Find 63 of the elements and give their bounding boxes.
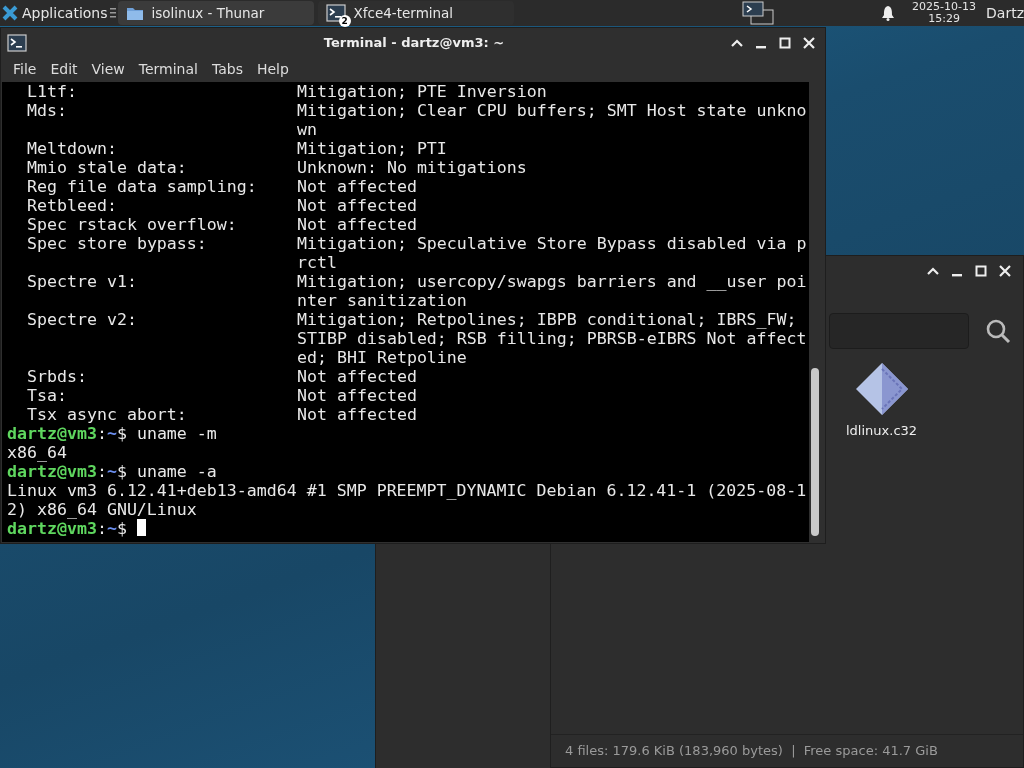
- menu-item[interactable]: View: [85, 59, 131, 80]
- search-icon: [985, 318, 1011, 344]
- output-label: Tsx async abort:: [26, 405, 188, 424]
- menu-item[interactable]: Tabs: [205, 59, 249, 80]
- output-label: Meltdown:: [26, 139, 118, 158]
- clock-time: 15:29: [928, 13, 960, 25]
- output-label: Spectre v2:: [26, 310, 138, 329]
- prompt-line: dartz@vm3:~$ uname -m: [7, 424, 217, 443]
- output-value: Mitigation; Retpolines; IBPB conditional; IBRS_FW;: [297, 310, 797, 329]
- folder-icon: [125, 5, 144, 21]
- output-value: Not affected: [297, 367, 417, 386]
- output-label: Srbds:: [26, 367, 88, 386]
- xfce-logo-icon: [2, 5, 18, 21]
- output-value: Not affected: [297, 405, 417, 424]
- output-value: Unknown: No mitigations: [297, 158, 527, 177]
- menu-item[interactable]: Edit: [44, 59, 84, 80]
- output-value: Not affected: [297, 196, 417, 215]
- windows-icon: [741, 1, 776, 25]
- taskbar-button[interactable]: isolinux - Thunar: [117, 1, 314, 25]
- minimize-icon: [756, 45, 766, 49]
- output-value: wn: [297, 120, 317, 139]
- output-value: Mitigation; Speculative Store Bypass disabled via p: [297, 234, 807, 253]
- user-name[interactable]: Dartz: [986, 2, 1024, 24]
- menu-item[interactable]: Help: [250, 59, 295, 80]
- output-label: Mds:: [26, 101, 68, 120]
- window-title: Terminal - dartz@vm3: ~: [322, 34, 506, 53]
- terminal-icon: [325, 4, 346, 22]
- clock-date: 2025-10-13: [912, 1, 977, 13]
- minimize-icon: [952, 273, 962, 277]
- output-label: Spec rstack overflow:: [26, 215, 238, 234]
- menu-item[interactable]: Terminal: [132, 59, 204, 80]
- output-value: rctl: [297, 253, 337, 272]
- output-value: Not affected: [297, 215, 417, 234]
- menu-item[interactable]: File: [7, 59, 43, 80]
- output-label: Spectre v1:: [26, 272, 138, 291]
- output-label: Tsa:: [26, 386, 68, 405]
- status-bar-text: 4 files: 179.6 KiB (183,960 bytes) | Free space: 41.7 GiB: [565, 742, 938, 761]
- output-label: Retbleed:: [26, 196, 118, 215]
- output-value: nter sanitization: [297, 291, 467, 310]
- output-value: Mitigation; PTE Inversion: [297, 82, 547, 101]
- prompt-line: dartz@vm3:~$ uname -a: [7, 462, 217, 481]
- taskbar-button[interactable]: 2 Xfce4-terminal: [317, 1, 514, 25]
- output-value: Mitigation; PTI: [297, 139, 447, 158]
- output-label: L1tf:: [26, 82, 78, 101]
- bell-icon: [881, 5, 896, 21]
- output-value: STIBP disabled; RSB filling; PBRSB-eIBRS Not affect: [297, 329, 807, 348]
- output-value: Not affected: [297, 386, 417, 405]
- output-value: Mitigation; usercopy/swapgs barriers and __user poi: [297, 272, 807, 291]
- output-value: Mitigation; Clear CPU buffers; SMT Host state unkno: [297, 101, 807, 120]
- output-line: Linux vm3 6.12.41+deb13-amd64 #1 SMP PREEMPT_DYNAMIC Debian 6.12.41-1 (2025-08-1: [7, 481, 807, 500]
- prompt-line: dartz@vm3:~$: [7, 519, 128, 538]
- scrollbar[interactable]: [811, 368, 819, 536]
- output-value: Not affected: [297, 177, 417, 196]
- output-value: ed; BHI Retpoline: [297, 348, 467, 367]
- applications-menu-button[interactable]: Applications: [0, 2, 110, 24]
- output-line: 2) x86_64 GNU/Linux: [7, 500, 197, 519]
- output-label: Spec store bypass:: [26, 234, 208, 253]
- output-line: x86_64: [7, 443, 67, 462]
- output-label: Reg file data sampling:: [26, 177, 258, 196]
- file-name[interactable]: ldlinux.c32: [846, 421, 918, 441]
- terminal-icon: [7, 34, 27, 52]
- output-label: Mmio stale data:: [26, 158, 188, 177]
- handle-icon: [109, 7, 116, 19]
